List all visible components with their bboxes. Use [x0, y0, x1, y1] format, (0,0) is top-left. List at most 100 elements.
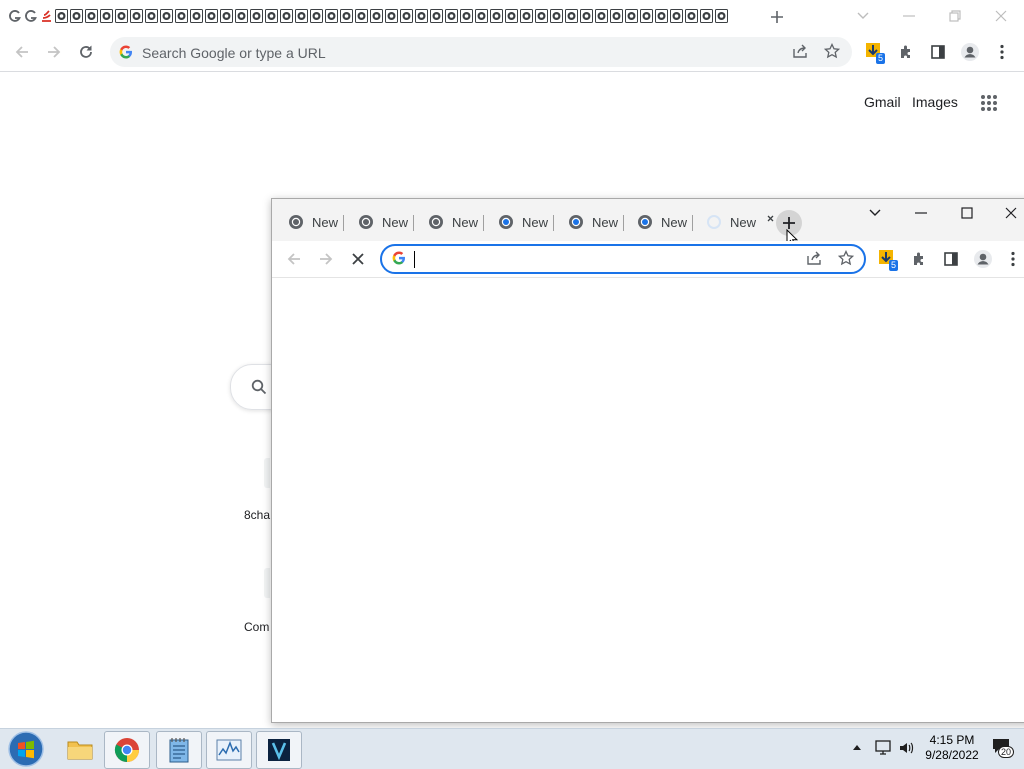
chrome-tab-icon[interactable]	[550, 9, 563, 23]
taskbar-chrome[interactable]	[104, 731, 150, 769]
bookmark-star-button[interactable]	[824, 43, 840, 59]
chrome-tab-icon[interactable]	[145, 9, 158, 23]
extensions-button[interactable]	[894, 40, 918, 64]
taskbar-monitor[interactable]	[206, 731, 252, 769]
profile-button[interactable]	[971, 247, 995, 271]
start-button[interactable]	[6, 730, 46, 768]
chrome-tab-icon[interactable]	[265, 9, 278, 23]
back-omnibox[interactable]: Search Google or type a URL	[110, 37, 852, 67]
google-apps-button[interactable]	[980, 94, 998, 112]
chrome-tab-icon[interactable]	[205, 9, 218, 23]
menu-button[interactable]	[990, 40, 1014, 64]
chrome-tab-icon[interactable]	[625, 9, 638, 23]
google-favicon-icon[interactable]	[24, 9, 37, 23]
show-hidden-icons-button[interactable]	[852, 743, 862, 751]
tab-search-button[interactable]	[852, 199, 898, 227]
chrome-tab-icon[interactable]	[190, 9, 203, 23]
chrome-tab-icon[interactable]	[325, 9, 338, 23]
minimize-button[interactable]	[886, 0, 932, 32]
chrome-tab-icon[interactable]	[445, 9, 458, 23]
tab-search-button[interactable]	[840, 0, 886, 32]
side-panel-button[interactable]	[939, 247, 963, 271]
maximize-button[interactable]	[944, 199, 990, 227]
chrome-tab-icon[interactable]	[415, 9, 428, 23]
chrome-tab-icon[interactable]	[370, 9, 383, 23]
chrome-tab-icon[interactable]	[310, 9, 323, 23]
chrome-tab-icon[interactable]	[670, 9, 683, 23]
volume-tray-icon[interactable]	[898, 739, 916, 757]
chrome-tab-icon[interactable]	[535, 9, 548, 23]
chrome-tab-icon[interactable]	[70, 9, 83, 23]
page-content-area[interactable]	[272, 278, 1024, 722]
tab-6[interactable]: New	[637, 209, 694, 235]
chrome-tab-icon[interactable]	[100, 9, 113, 23]
profile-button[interactable]	[958, 40, 982, 64]
chrome-tab-icon[interactable]	[580, 9, 593, 23]
images-link[interactable]: Images	[912, 94, 958, 110]
chrome-tab-icon[interactable]	[295, 9, 308, 23]
chrome-tab-icon[interactable]	[520, 9, 533, 23]
close-button[interactable]	[978, 0, 1024, 32]
chrome-tab-icon[interactable]	[55, 9, 68, 23]
share-button[interactable]	[792, 43, 808, 59]
tab-close-button[interactable]	[766, 213, 774, 223]
extension-download-button[interactable]: 5	[875, 246, 899, 271]
chrome-tab-icon[interactable]	[235, 9, 248, 23]
back-button[interactable]	[10, 40, 34, 64]
chrome-tab-icon[interactable]	[400, 9, 413, 23]
chrome-tab-icon[interactable]	[715, 9, 728, 23]
chrome-tab-icon[interactable]	[595, 9, 608, 23]
tab-2[interactable]: New	[358, 209, 415, 235]
chrome-tab-icon[interactable]	[505, 9, 518, 23]
forward-button[interactable]	[42, 40, 66, 64]
taskbar-notepad[interactable]	[156, 731, 202, 769]
action-center-button[interactable]: 20	[992, 738, 1015, 758]
network-tray-icon[interactable]	[874, 739, 892, 757]
red-favicon-icon[interactable]	[40, 9, 53, 23]
chrome-tab-icon[interactable]	[85, 9, 98, 23]
chrome-tab-icon[interactable]	[430, 9, 443, 23]
chrome-tab-icon[interactable]	[280, 9, 293, 23]
bookmark-star-button[interactable]	[838, 250, 854, 266]
chrome-tab-icon[interactable]	[610, 9, 623, 23]
chrome-tab-icon[interactable]	[160, 9, 173, 23]
shortcut-tile[interactable]	[264, 568, 270, 598]
shortcut-label[interactable]: 8cha	[244, 508, 270, 522]
shortcut-tile[interactable]	[264, 458, 270, 488]
forward-button[interactable]	[314, 247, 338, 271]
chrome-tab-icon[interactable]	[685, 9, 698, 23]
chrome-tab-icon[interactable]	[175, 9, 188, 23]
menu-button[interactable]	[1003, 247, 1023, 271]
chrome-tab-icon[interactable]	[490, 9, 503, 23]
chrome-tab-icon[interactable]	[475, 9, 488, 23]
clock[interactable]: 4:15 PM 9/28/2022	[920, 733, 984, 763]
tab-1[interactable]: New	[288, 209, 345, 235]
chrome-tab-icon[interactable]	[115, 9, 128, 23]
taskbar-explorer[interactable]	[58, 731, 102, 767]
chrome-tab-icon[interactable]	[355, 9, 368, 23]
side-panel-button[interactable]	[926, 40, 950, 64]
restore-button[interactable]	[932, 0, 978, 32]
chrome-tab-icon[interactable]	[700, 9, 713, 23]
stop-button[interactable]	[346, 247, 370, 271]
chrome-tab-icon[interactable]	[460, 9, 473, 23]
close-button[interactable]	[990, 199, 1024, 227]
gmail-link[interactable]: Gmail	[864, 94, 901, 110]
chrome-tab-icon[interactable]	[340, 9, 353, 23]
chrome-tab-icon[interactable]	[130, 9, 143, 23]
front-omnibox[interactable]	[380, 244, 866, 274]
chrome-tab-icon[interactable]	[220, 9, 233, 23]
taskbar-vscode-app[interactable]	[256, 731, 302, 769]
back-button[interactable]	[282, 247, 306, 271]
tab-5[interactable]: New	[568, 209, 625, 235]
share-button[interactable]	[806, 250, 822, 266]
tab-4[interactable]: New	[498, 209, 555, 235]
chrome-tab-icon[interactable]	[565, 9, 578, 23]
extension-download-button[interactable]: 5	[862, 39, 886, 64]
google-favicon-icon[interactable]	[8, 9, 21, 23]
minimize-button[interactable]	[898, 199, 944, 227]
chrome-tab-icon[interactable]	[385, 9, 398, 23]
chrome-tab-icon[interactable]	[640, 9, 653, 23]
extensions-button[interactable]	[907, 247, 931, 271]
chrome-tab-icon[interactable]	[655, 9, 668, 23]
